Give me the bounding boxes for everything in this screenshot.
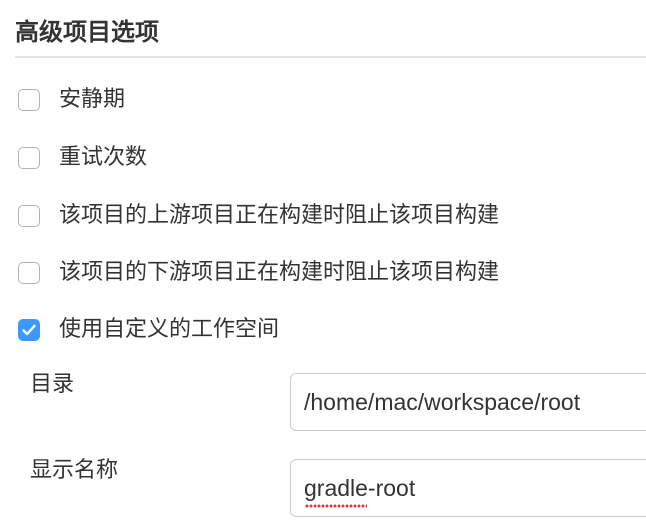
option-retry-count[interactable]: 重试次数 [18,142,147,174]
block-downstream-checkbox[interactable] [18,262,40,284]
directory-input[interactable] [291,374,646,430]
block-upstream-checkbox[interactable] [18,205,40,227]
block-downstream-label: 该项目的下游项目正在构建时阻止该项目构建 [59,260,500,285]
display-name-input[interactable] [291,460,646,516]
block-upstream-label: 该项目的上游项目正在构建时阻止该项目构建 [59,203,500,228]
directory-label: 目录 [30,372,75,397]
section-divider [15,56,646,58]
retry-count-label: 重试次数 [59,145,148,170]
section-title: 高级项目选项 [15,18,159,46]
display-name-field[interactable] [290,459,646,517]
custom-workspace-label: 使用自定义的工作空间 [59,317,280,342]
checkmark-icon [22,324,36,336]
custom-workspace-checkbox[interactable] [18,319,40,341]
option-block-when-upstream-building[interactable]: 该项目的上游项目正在构建时阻止该项目构建 [18,200,499,232]
option-quiet-period[interactable]: 安静期 [18,84,125,116]
option-block-when-downstream-building[interactable]: 该项目的下游项目正在构建时阻止该项目构建 [18,257,499,289]
directory-field[interactable] [290,373,646,431]
display-name-label: 显示名称 [30,458,119,483]
option-custom-workspace[interactable]: 使用自定义的工作空间 [18,314,279,346]
quiet-period-checkbox[interactable] [18,89,40,111]
quiet-period-label: 安静期 [59,87,126,112]
retry-count-checkbox[interactable] [18,147,40,169]
